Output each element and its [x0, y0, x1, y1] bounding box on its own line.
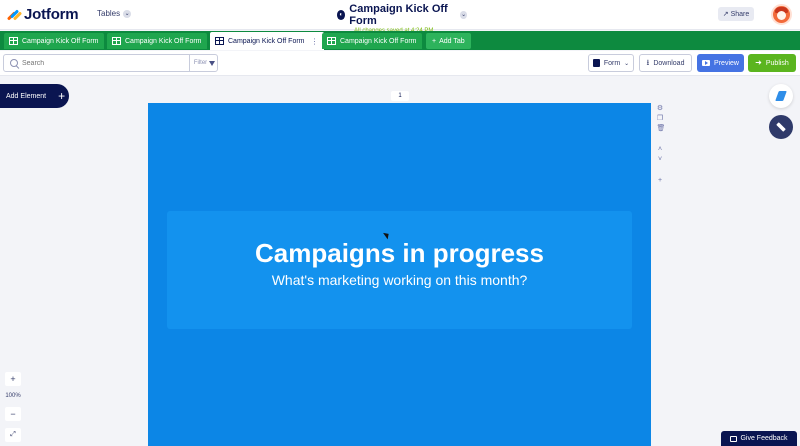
tab-3-active[interactable]: Campaign Kick Off Form ⋮: [210, 32, 324, 50]
chevron-down-icon: ⌄: [123, 9, 132, 18]
zoom-out-button[interactable]: −: [5, 406, 21, 421]
toolbar: Filter Form ⌄ ⭳ Download Preview ➜ Publi…: [0, 51, 800, 76]
download-button[interactable]: ⭳ Download: [639, 54, 692, 72]
form-label: Form: [603, 59, 621, 67]
tab-label: Campaign Kick Off Form: [228, 37, 305, 45]
form-dropdown-button[interactable]: Form ⌄: [588, 54, 634, 72]
download-icon: ⭳: [646, 58, 650, 67]
form-title[interactable]: Campaign Kick Off Form: [349, 3, 456, 27]
publish-arrow-icon: ➜: [755, 58, 762, 67]
preview-icon: [702, 60, 711, 66]
layers-icon: [776, 122, 786, 132]
publish-label: Publish: [765, 59, 789, 67]
tab-1[interactable]: Campaign Kick Off Form: [4, 33, 104, 49]
form-designer-button[interactable]: [769, 84, 793, 108]
form-icon: [215, 37, 224, 45]
avatar[interactable]: [771, 4, 792, 25]
page-number: 1: [391, 91, 409, 101]
plus-icon: +: [432, 37, 437, 45]
filter-button[interactable]: Filter: [189, 55, 219, 71]
layers-button[interactable]: [769, 115, 793, 139]
funnel-icon: [209, 60, 216, 66]
preview-label: Preview: [714, 59, 739, 67]
tab-label: Campaign Kick Off Form: [125, 37, 202, 45]
share-icon: ↗: [722, 11, 729, 18]
add-element-label: Add Element: [6, 92, 47, 100]
zoom-level: 100%: [5, 393, 21, 400]
table-icon: [112, 37, 121, 45]
search-box[interactable]: Filter: [3, 54, 218, 72]
tab-2[interactable]: Campaign Kick Off Form: [107, 33, 207, 49]
preview-button[interactable]: Preview: [697, 54, 744, 72]
tab-label: Campaign Kick Off Form: [22, 37, 99, 45]
form-header-card[interactable]: Campaigns in progress What's marketing w…: [167, 211, 632, 329]
filter-label: Filter: [193, 60, 208, 66]
tables-menu[interactable]: Tables ⌄: [97, 9, 132, 18]
add-tab-button[interactable]: + Add Tab: [426, 33, 471, 49]
chevron-down-icon[interactable]: ⌄: [460, 11, 467, 19]
chat-icon: [730, 435, 738, 442]
page-tools: ⚙ ❐ 🗑 ˄ ˅ +: [655, 105, 666, 184]
zoom-controls: + 100% − ⤢: [3, 372, 23, 442]
form-heading[interactable]: Campaigns in progress: [167, 238, 632, 269]
share-label: Share: [730, 10, 750, 18]
more-options-icon[interactable]: ⋮: [311, 37, 319, 46]
search-input[interactable]: [22, 59, 182, 67]
tab-bar: Campaign Kick Off Form Campaign Kick Off…: [0, 31, 800, 50]
chevron-down-icon[interactable]: ˅: [657, 156, 664, 163]
download-label: Download: [653, 59, 685, 67]
plus-icon: +: [58, 89, 66, 103]
chevron-down-icon: ⌄: [624, 60, 630, 67]
form-subheading[interactable]: What's marketing working on this month?: [167, 272, 632, 288]
table-icon: [9, 37, 18, 45]
zoom-in-button[interactable]: +: [5, 372, 21, 386]
copy-icon[interactable]: ❐: [657, 115, 664, 122]
chevron-up-icon[interactable]: ˄: [657, 146, 664, 153]
form-title-area[interactable]: ◐ Campaign Kick Off Form ⌄ All changes s…: [337, 3, 467, 34]
feedback-label: Give Feedback: [740, 435, 788, 442]
tables-menu-label: Tables: [97, 9, 121, 18]
add-element-button[interactable]: Add Element +: [0, 84, 69, 108]
form-status-icon: ◐: [337, 10, 346, 20]
plus-icon[interactable]: +: [657, 177, 664, 184]
form-icon: [592, 59, 600, 67]
bolt-icon: [775, 91, 787, 101]
publish-button[interactable]: ➜ Publish: [748, 54, 796, 72]
give-feedback-button[interactable]: Give Feedback: [721, 431, 797, 446]
fit-screen-button[interactable]: ⤢: [5, 427, 21, 442]
jotform-logo-icon: [6, 8, 23, 22]
gear-icon[interactable]: ⚙: [657, 105, 664, 112]
top-bar: Jotform Tables ⌄ ◐ Campaign Kick Off For…: [0, 0, 800, 34]
add-tab-label: Add Tab: [439, 37, 465, 45]
search-icon: [10, 59, 18, 67]
share-button[interactable]: ↗ Share: [718, 7, 754, 21]
jotform-logo[interactable]: Jotform: [6, 6, 79, 23]
logo-text: Jotform: [24, 6, 79, 23]
trash-icon[interactable]: 🗑: [657, 125, 666, 132]
tab-4[interactable]: Campaign Kick Off Form: [322, 33, 422, 49]
tab-label: Campaign Kick Off Form: [340, 37, 417, 45]
table-icon: [327, 37, 336, 45]
